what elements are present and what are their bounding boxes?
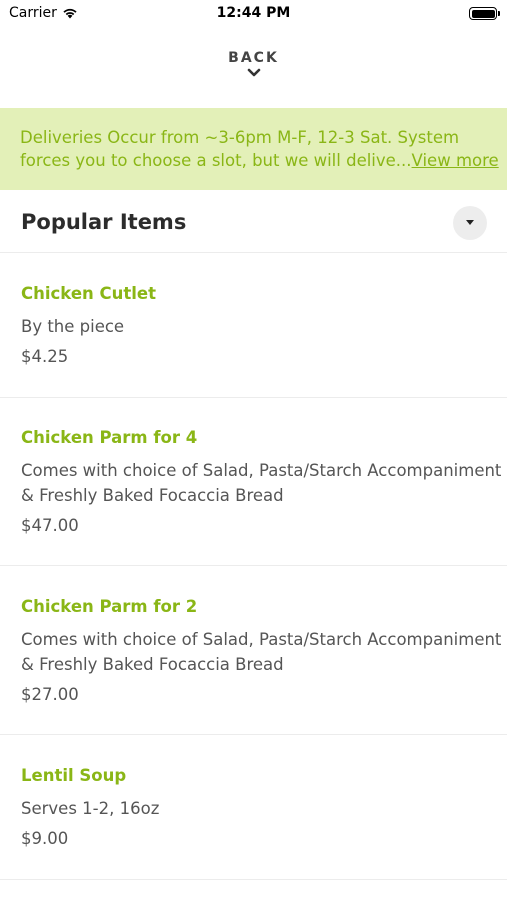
menu-item-price: $27.00 bbox=[21, 685, 79, 704]
menu-item-price: $9.00 bbox=[21, 829, 69, 848]
menu-item-description: Comes with choice of Salad, Pasta/Starch… bbox=[21, 461, 502, 480]
menu-item-price: $4.25 bbox=[21, 347, 69, 366]
menu-item[interactable]: Lentil Soup Serves 1-2, 16oz $9.00 bbox=[0, 735, 507, 880]
back-label: BACK bbox=[228, 50, 279, 66]
menu-item-name: Chicken Parm for 4 bbox=[21, 428, 198, 447]
back-button[interactable]: BACK bbox=[0, 50, 507, 77]
banner-text-line-2-body: forces you to choose a slot, but we will… bbox=[20, 151, 412, 170]
menu-item-description: & Freshly Baked Focaccia Bread bbox=[21, 486, 284, 505]
view-more-link[interactable]: View more bbox=[412, 151, 499, 170]
chevron-down-icon bbox=[247, 68, 260, 77]
clock: 12:44 PM bbox=[216, 5, 291, 21]
status-bar: Carrier 12:44 PM bbox=[0, 0, 507, 30]
delivery-notice-banner: Deliveries Occur from ~3-6pm M-F, 12-3 S… bbox=[0, 108, 507, 190]
menu-item-name: Chicken Cutlet bbox=[21, 284, 156, 303]
section-title: Popular Items bbox=[21, 210, 187, 234]
menu-item-description: By the piece bbox=[21, 317, 125, 336]
menu-item-description: Serves 1-2, 16oz bbox=[21, 799, 160, 818]
banner-text-line-1: Deliveries Occur from ~3-6pm M-F, 12-3 S… bbox=[20, 128, 460, 147]
menu-item-description: Comes with choice of Salad, Pasta/Starch… bbox=[21, 630, 502, 649]
menu-item-name: Chicken Parm for 2 bbox=[21, 597, 198, 616]
collapse-section-button[interactable] bbox=[453, 206, 487, 240]
menu-item[interactable]: Chicken Cutlet By the piece $4.25 bbox=[0, 253, 507, 398]
menu-item-name: Lentil Soup bbox=[21, 766, 127, 785]
menu-item[interactable]: Chicken Parm for 4 Comes with choice of … bbox=[0, 398, 507, 566]
menu-item-price: $47.00 bbox=[21, 516, 79, 535]
caret-down-icon bbox=[466, 220, 474, 225]
popular-items-header: Popular Items bbox=[0, 190, 507, 253]
banner-text-line-2: forces you to choose a slot, but we will… bbox=[20, 149, 499, 172]
menu-item[interactable]: Chicken Parm for 2 Comes with choice of … bbox=[0, 566, 507, 735]
menu-item-description: & Freshly Baked Focaccia Bread bbox=[21, 655, 284, 674]
battery-icon bbox=[469, 7, 500, 20]
